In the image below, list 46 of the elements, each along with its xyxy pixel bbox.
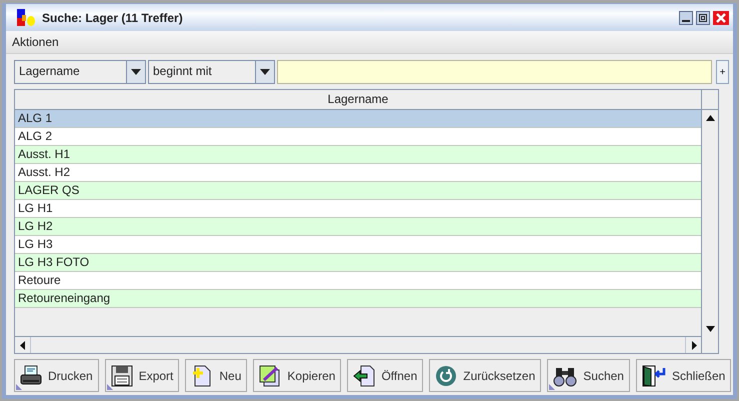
field-dropdown[interactable]: Lagername	[14, 60, 146, 84]
operator-dropdown[interactable]: beginnt mit	[148, 60, 275, 84]
new-document-icon	[191, 364, 214, 386]
maximize-icon[interactable]	[696, 10, 710, 24]
minimize-icon[interactable]	[679, 10, 693, 24]
table-row[interactable]: Ausst. H2	[15, 164, 701, 182]
table-row[interactable]: LG H3 FOTO	[15, 254, 701, 272]
table-row[interactable]: ALG 1	[15, 110, 701, 128]
action-button[interactable]: Neu	[185, 359, 248, 392]
action-button[interactable]: Drucken	[14, 359, 99, 392]
table-row[interactable]: LG H1	[15, 200, 701, 218]
scroll-down-icon	[706, 326, 714, 332]
action-button[interactable]: Export	[104, 359, 180, 392]
action-button[interactable]: Suchen	[547, 359, 630, 392]
exit-door-icon	[642, 364, 666, 386]
action-button[interactable]: Zurücksetzen	[429, 359, 542, 392]
column-header[interactable]: Lagername	[15, 90, 701, 109]
reset-icon	[435, 364, 458, 386]
table-row[interactable]: ALG 2	[15, 128, 701, 146]
table-row[interactable]: LAGER QS	[15, 182, 701, 200]
horizontal-scrollbar[interactable]	[15, 336, 701, 353]
table-row[interactable]: Ausst. H1	[15, 146, 701, 164]
table-row[interactable]: Retoureneingang	[15, 290, 701, 308]
close-icon[interactable]	[713, 10, 729, 24]
scroll-left-icon	[20, 340, 26, 350]
menu-corner-icon	[549, 384, 556, 390]
app-icon	[16, 8, 36, 26]
edit-document-icon	[259, 364, 282, 386]
dropdown-arrow-icon	[130, 68, 142, 76]
action-button[interactable]: Schließen	[636, 359, 732, 392]
search-field[interactable]	[277, 60, 712, 84]
action-button[interactable]: Kopieren	[253, 359, 342, 392]
window-title: Suche: Lager (11 Treffer)	[42, 10, 184, 24]
printer-icon	[20, 364, 42, 386]
table-row[interactable]: LG H3	[15, 236, 701, 254]
action-button[interactable]: Öffnen	[347, 359, 424, 392]
menu-corner-icon	[106, 384, 113, 390]
menu-corner-icon	[16, 384, 22, 390]
add-button[interactable]: +	[716, 60, 729, 84]
scroll-up-icon	[706, 115, 714, 121]
menu-item[interactable]: Aktionen	[12, 35, 59, 49]
scroll-right-icon	[690, 340, 696, 350]
table-row[interactable]: LG H2	[15, 218, 701, 236]
arrow-document-icon	[353, 364, 376, 386]
dropdown-arrow-icon	[259, 68, 271, 76]
table-row[interactable]: Retoure	[15, 272, 701, 290]
